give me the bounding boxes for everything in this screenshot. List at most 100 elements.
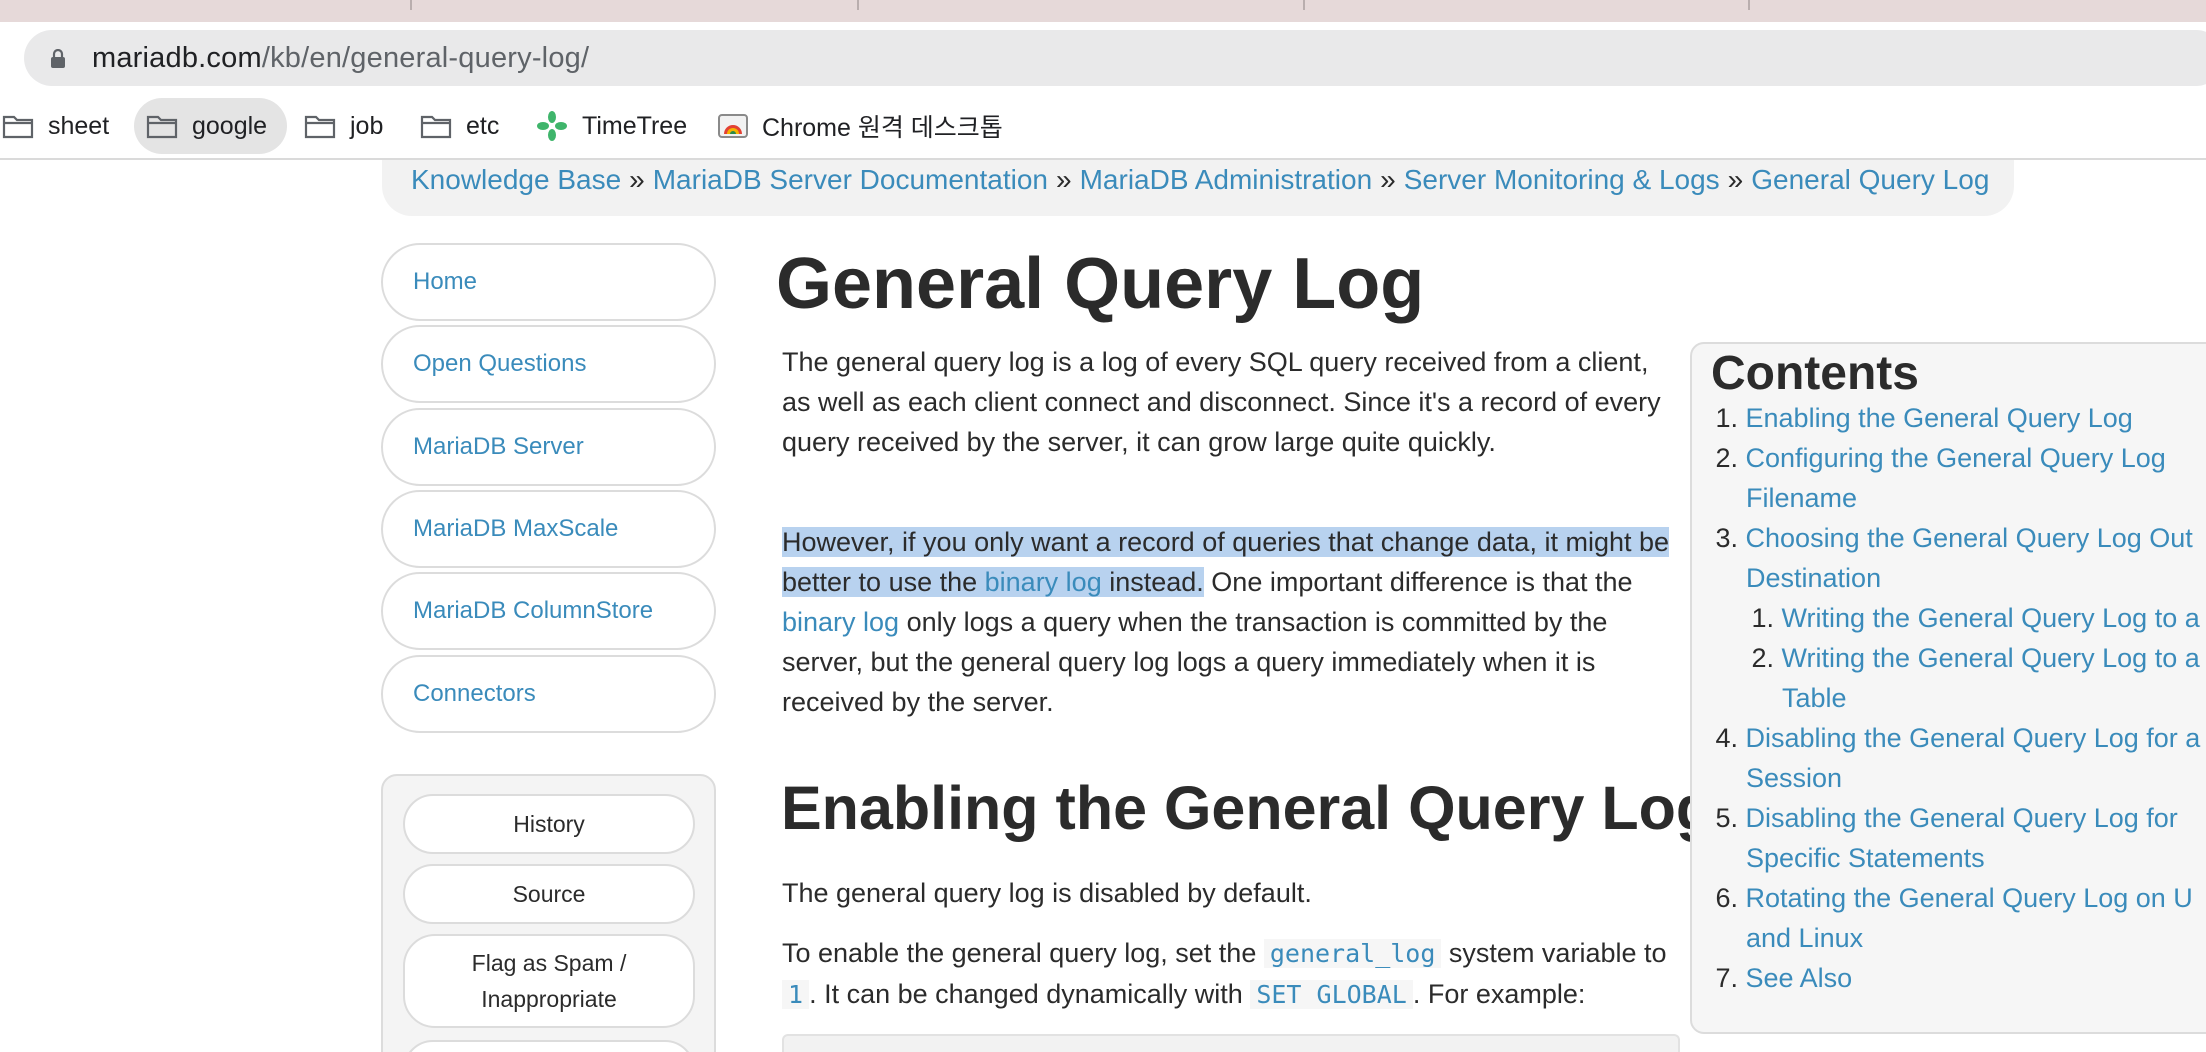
paragraph-text: instead. <box>1101 567 1204 597</box>
flag-as-spam-button[interactable]: Flag as Spam / Inappropriate <box>403 934 695 1028</box>
bookmark-label: sheet <box>48 111 110 140</box>
bookmark-timetree[interactable]: TimeTree <box>536 98 687 154</box>
page-title: General Query Log <box>776 244 1425 324</box>
breadcrumb: Knowledge Base » MariaDB Server Documentat… <box>382 160 2014 216</box>
toc-link[interactable]: Configuring the General Query Log <box>1746 443 2166 473</box>
toc-item-continued[interactable]: Filename <box>1746 478 1857 518</box>
breadcrumb-administration[interactable]: MariaDB Administration <box>1080 164 1373 195</box>
breadcrumb-separator: » <box>1380 164 1396 195</box>
intro-paragraph: The general query log is a log of every … <box>782 347 1661 457</box>
toc-item[interactable]: 1. Enabling the General Query Log <box>1712 398 2133 438</box>
toc-title: Contents <box>1711 347 1919 400</box>
breadcrumb-general-query-log[interactable]: General Query Log <box>1751 164 1989 195</box>
address-url[interactable]: mariadb.com/kb/en/general-query-log/ <box>92 42 589 74</box>
toc-number: 1. <box>1751 603 1774 633</box>
general-log-code: general_log <box>1263 939 1442 968</box>
breadcrumb-knowledge-base[interactable]: Knowledge Base <box>411 164 621 195</box>
toc-item-continued[interactable]: Session <box>1746 758 1842 798</box>
tab-separator <box>857 0 859 10</box>
toc-link[interactable]: Filename <box>1746 483 1857 513</box>
breadcrumb-monitoring-logs[interactable]: Server Monitoring & Logs <box>1404 164 1720 195</box>
paragraph-text: system variable to <box>1441 938 1667 968</box>
toc-item-continued[interactable]: Destination <box>1746 558 1881 598</box>
url-host: mariadb.com <box>92 42 262 74</box>
toc-link[interactable]: Destination <box>1746 563 1881 593</box>
toc-item[interactable]: 7. See Also <box>1712 958 1852 998</box>
toc-link[interactable]: Writing the General Query Log to a <box>1782 643 2200 673</box>
toc-link[interactable]: and Linux <box>1746 923 1863 953</box>
sidebar-item-mariadb-server[interactable]: MariaDB Server <box>381 408 716 486</box>
lock-icon <box>51 49 65 68</box>
bookmark-label: TimeTree <box>582 111 688 140</box>
timetree-icon <box>537 111 567 141</box>
toc-subitem-continued[interactable]: Table <box>1782 678 1847 718</box>
bookmark-job[interactable]: job <box>304 98 383 154</box>
section-heading-enabling: Enabling the General Query Log <box>781 774 1714 842</box>
toc-number: 1. <box>1715 403 1738 433</box>
toc-link[interactable]: Disabling the General Query Log for a <box>1746 723 2201 753</box>
toc-number: 4. <box>1715 723 1738 753</box>
address-bar[interactable]: mariadb.com/kb/en/general-query-log/ <box>24 30 2206 86</box>
toc-item-continued[interactable]: Specific Statements <box>1746 838 1985 878</box>
breadcrumb-server-documentation[interactable]: MariaDB Server Documentation <box>653 164 1048 195</box>
toc-link[interactable]: Enabling the General Query Log <box>1746 403 2133 433</box>
breadcrumb-separator: » <box>629 164 645 195</box>
folder-icon <box>2 115 34 139</box>
browser-toolbar: mariadb.com/kb/en/general-query-log/ <box>0 22 2206 98</box>
paragraph-text: To enable the general query log, set the <box>782 938 1264 968</box>
toc-item-continued[interactable]: and Linux <box>1746 918 1863 958</box>
paragraph-text: . It can be changed dynamically with <box>809 979 1251 1009</box>
bookmark-label: google <box>192 111 268 140</box>
sidebar-item-mariadb-columnstore[interactable]: MariaDB ColumnStore <box>381 572 716 650</box>
toc-subitem[interactable]: 1. Writing the General Query Log to a <box>1748 598 2200 638</box>
toc-number: 5. <box>1715 803 1738 833</box>
paragraph-text: . For example: <box>1412 979 1586 1009</box>
binary-log-link[interactable]: binary log <box>782 607 899 637</box>
bookmark-label: etc <box>466 111 500 140</box>
paragraph-text: One important difference is that the <box>1203 567 1633 597</box>
toc-item[interactable]: 4. Disabling the General Query Log for a <box>1712 718 2200 758</box>
bookmark-chrome-remote-desktop[interactable]: Chrome 원격 데스크톱 <box>718 98 1003 154</box>
bookmarks-bar: sheet google job etc TimeTree Chrome 원격 … <box>0 98 2206 160</box>
table-of-contents: Contents 1. Enabling the General Query L… <box>1690 342 2206 1034</box>
sidebar-item-mariadb-maxscale[interactable]: MariaDB MaxScale <box>381 490 716 568</box>
toc-link[interactable]: Disabling the General Query Log for <box>1746 803 2178 833</box>
folder-icon <box>304 115 336 139</box>
enable-instructions-paragraph: To enable the general query log, set the… <box>782 933 1682 1015</box>
page-actions-panel: History Source Flag as Spam / Inappropri… <box>381 774 716 1052</box>
sidebar-item-connectors[interactable]: Connectors <box>381 655 716 733</box>
bookmark-label: Chrome 원격 데스크톱 <box>762 114 1003 142</box>
toc-item[interactable]: 3. Choosing the General Query Log Out <box>1712 518 2193 558</box>
toc-link[interactable]: Rotating the General Query Log on U <box>1746 883 2193 913</box>
toc-link[interactable]: Table <box>1782 683 1847 713</box>
toc-link[interactable]: Specific Statements <box>1746 843 1985 873</box>
set-global-code: SET GLOBAL <box>1250 980 1413 1009</box>
toc-subitem[interactable]: 2. Writing the General Query Log to a <box>1748 638 2200 678</box>
bookmark-etc[interactable]: etc <box>420 98 499 154</box>
toc-link[interactable]: See Also <box>1746 963 1853 993</box>
toc-link[interactable]: Session <box>1746 763 1842 793</box>
toc-item[interactable]: 5. Disabling the General Query Log for <box>1712 798 2178 838</box>
toc-number: 2. <box>1751 643 1774 673</box>
source-button[interactable]: Source <box>403 864 695 924</box>
sidebar-item-home[interactable]: Home <box>381 243 716 321</box>
value-one-code: 1 <box>782 980 810 1009</box>
url-path: /kb/en/general-query-log/ <box>261 42 590 74</box>
bookmark-sheet[interactable]: sheet <box>0 98 109 154</box>
history-button[interactable]: History <box>403 794 695 854</box>
paragraph-text: only logs a query when the transaction i… <box>782 607 1608 717</box>
sidebar-item-open-questions[interactable]: Open Questions <box>381 325 716 403</box>
chrome-remote-desktop-icon <box>718 114 748 138</box>
toc-item[interactable]: 2. Configuring the General Query Log <box>1712 438 2166 478</box>
folder-icon <box>420 115 452 139</box>
binary-log-link[interactable]: binary log <box>985 567 1102 597</box>
bookmark-google[interactable]: google <box>134 98 288 154</box>
toc-number: 3. <box>1715 523 1738 553</box>
toc-link[interactable]: Choosing the General Query Log Out <box>1746 523 2193 553</box>
code-example-block <box>782 1034 1680 1052</box>
toc-link[interactable]: Writing the General Query Log to a <box>1782 603 2200 633</box>
tab-separator <box>1303 0 1305 10</box>
more-actions-button[interactable] <box>403 1040 695 1052</box>
toc-item[interactable]: 6. Rotating the General Query Log on U <box>1712 878 2193 918</box>
binary-log-paragraph: However, if you only want a record of qu… <box>782 522 1682 722</box>
